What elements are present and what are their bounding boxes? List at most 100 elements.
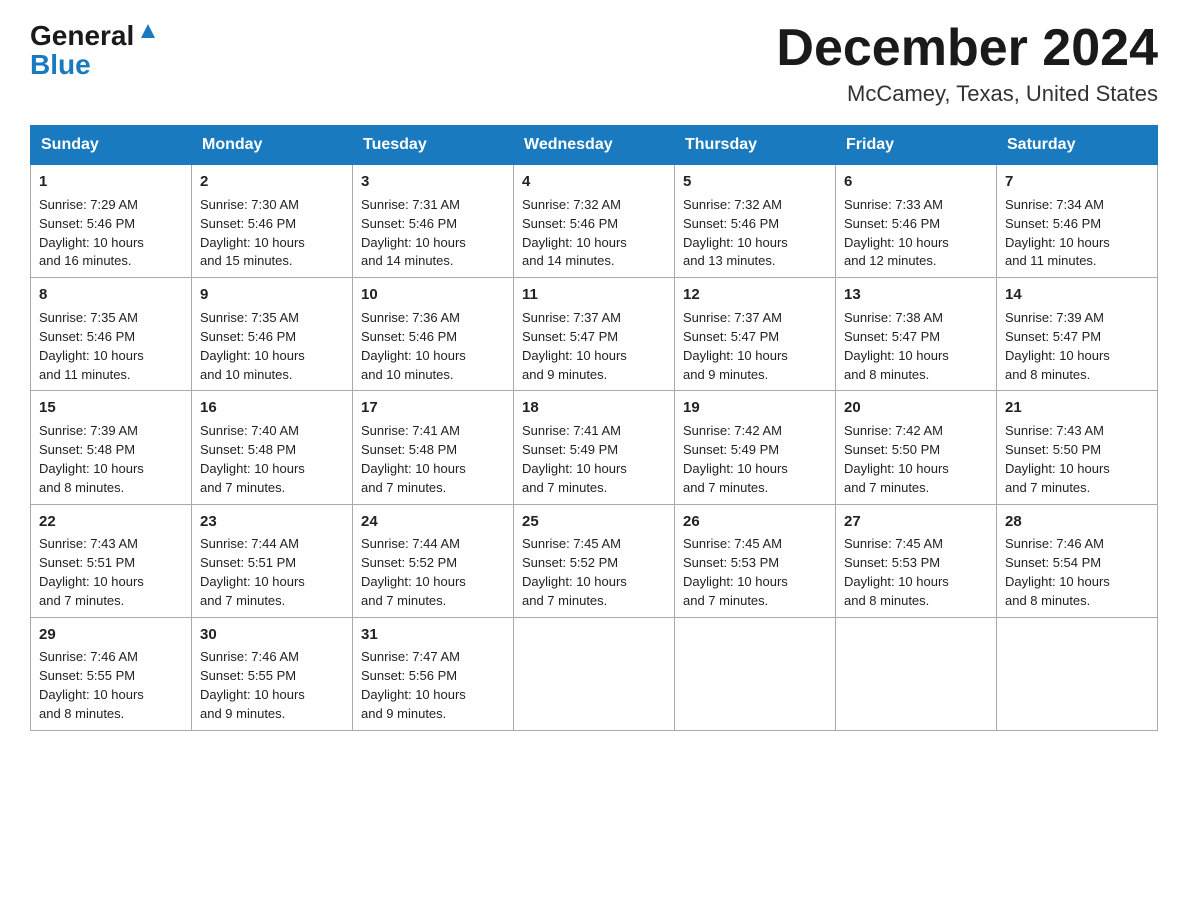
sunset-label: Sunset: 5:46 PM bbox=[522, 216, 618, 231]
day-number: 17 bbox=[361, 397, 505, 419]
calendar-cell: 3 Sunrise: 7:31 AM Sunset: 5:46 PM Dayli… bbox=[353, 165, 514, 278]
calendar-cell: 17 Sunrise: 7:41 AM Sunset: 5:48 PM Dayl… bbox=[353, 391, 514, 504]
calendar-cell: 11 Sunrise: 7:37 AM Sunset: 5:47 PM Dayl… bbox=[514, 278, 675, 391]
daylight-label: Daylight: 10 hours bbox=[683, 574, 788, 589]
day-number: 28 bbox=[1005, 511, 1149, 533]
daylight-label: Daylight: 10 hours bbox=[522, 348, 627, 363]
sunset-label: Sunset: 5:52 PM bbox=[522, 555, 618, 570]
daylight-label: Daylight: 10 hours bbox=[200, 461, 305, 476]
daylight-label: Daylight: 10 hours bbox=[39, 348, 144, 363]
day-number: 20 bbox=[844, 397, 988, 419]
daylight-minutes: and 16 minutes. bbox=[39, 253, 132, 268]
sunset-label: Sunset: 5:46 PM bbox=[200, 216, 296, 231]
calendar-cell: 22 Sunrise: 7:43 AM Sunset: 5:51 PM Dayl… bbox=[31, 504, 192, 617]
daylight-minutes: and 13 minutes. bbox=[683, 253, 776, 268]
calendar-cell: 7 Sunrise: 7:34 AM Sunset: 5:46 PM Dayli… bbox=[997, 165, 1158, 278]
day-number: 22 bbox=[39, 511, 183, 533]
sunrise-label: Sunrise: 7:35 AM bbox=[39, 310, 138, 325]
sunset-label: Sunset: 5:48 PM bbox=[200, 442, 296, 457]
sunset-label: Sunset: 5:46 PM bbox=[39, 216, 135, 231]
sunrise-label: Sunrise: 7:39 AM bbox=[39, 423, 138, 438]
day-number: 11 bbox=[522, 284, 666, 306]
day-number: 6 bbox=[844, 171, 988, 193]
sunrise-label: Sunrise: 7:34 AM bbox=[1005, 197, 1104, 212]
day-number: 2 bbox=[200, 171, 344, 193]
day-number: 26 bbox=[683, 511, 827, 533]
sunrise-label: Sunrise: 7:42 AM bbox=[683, 423, 782, 438]
calendar-cell: 26 Sunrise: 7:45 AM Sunset: 5:53 PM Dayl… bbox=[675, 504, 836, 617]
daylight-label: Daylight: 10 hours bbox=[361, 687, 466, 702]
sunrise-label: Sunrise: 7:45 AM bbox=[844, 536, 943, 551]
daylight-minutes: and 7 minutes. bbox=[522, 593, 607, 608]
daylight-label: Daylight: 10 hours bbox=[200, 687, 305, 702]
daylight-label: Daylight: 10 hours bbox=[844, 348, 949, 363]
calendar-cell: 29 Sunrise: 7:46 AM Sunset: 5:55 PM Dayl… bbox=[31, 617, 192, 730]
calendar-cell: 31 Sunrise: 7:47 AM Sunset: 5:56 PM Dayl… bbox=[353, 617, 514, 730]
daylight-minutes: and 14 minutes. bbox=[522, 253, 615, 268]
daylight-minutes: and 9 minutes. bbox=[522, 367, 607, 382]
daylight-minutes: and 7 minutes. bbox=[200, 593, 285, 608]
daylight-minutes: and 7 minutes. bbox=[200, 480, 285, 495]
daylight-minutes: and 7 minutes. bbox=[683, 480, 768, 495]
sunrise-label: Sunrise: 7:41 AM bbox=[361, 423, 460, 438]
calendar-week-row: 15 Sunrise: 7:39 AM Sunset: 5:48 PM Dayl… bbox=[31, 391, 1158, 504]
daylight-label: Daylight: 10 hours bbox=[361, 235, 466, 250]
daylight-label: Daylight: 10 hours bbox=[522, 235, 627, 250]
sunrise-label: Sunrise: 7:44 AM bbox=[200, 536, 299, 551]
daylight-label: Daylight: 10 hours bbox=[683, 235, 788, 250]
day-number: 13 bbox=[844, 284, 988, 306]
calendar-cell: 1 Sunrise: 7:29 AM Sunset: 5:46 PM Dayli… bbox=[31, 165, 192, 278]
calendar-cell: 21 Sunrise: 7:43 AM Sunset: 5:50 PM Dayl… bbox=[997, 391, 1158, 504]
daylight-label: Daylight: 10 hours bbox=[361, 574, 466, 589]
day-number: 24 bbox=[361, 511, 505, 533]
sunset-label: Sunset: 5:47 PM bbox=[844, 329, 940, 344]
logo: General Blue bbox=[30, 20, 159, 79]
daylight-label: Daylight: 10 hours bbox=[683, 461, 788, 476]
calendar-cell: 12 Sunrise: 7:37 AM Sunset: 5:47 PM Dayl… bbox=[675, 278, 836, 391]
calendar-cell: 5 Sunrise: 7:32 AM Sunset: 5:46 PM Dayli… bbox=[675, 165, 836, 278]
day-number: 21 bbox=[1005, 397, 1149, 419]
day-number: 1 bbox=[39, 171, 183, 193]
day-number: 16 bbox=[200, 397, 344, 419]
calendar-cell: 9 Sunrise: 7:35 AM Sunset: 5:46 PM Dayli… bbox=[192, 278, 353, 391]
sunset-label: Sunset: 5:47 PM bbox=[522, 329, 618, 344]
day-number: 18 bbox=[522, 397, 666, 419]
sunset-label: Sunset: 5:55 PM bbox=[200, 668, 296, 683]
day-number: 4 bbox=[522, 171, 666, 193]
daylight-label: Daylight: 10 hours bbox=[683, 348, 788, 363]
calendar-cell: 13 Sunrise: 7:38 AM Sunset: 5:47 PM Dayl… bbox=[836, 278, 997, 391]
daylight-label: Daylight: 10 hours bbox=[39, 461, 144, 476]
sunrise-label: Sunrise: 7:37 AM bbox=[522, 310, 621, 325]
calendar-header-row: SundayMondayTuesdayWednesdayThursdayFrid… bbox=[31, 126, 1158, 165]
daylight-label: Daylight: 10 hours bbox=[522, 461, 627, 476]
sunrise-label: Sunrise: 7:42 AM bbox=[844, 423, 943, 438]
sunrise-label: Sunrise: 7:45 AM bbox=[522, 536, 621, 551]
sunset-label: Sunset: 5:51 PM bbox=[39, 555, 135, 570]
sunrise-label: Sunrise: 7:47 AM bbox=[361, 649, 460, 664]
calendar-cell: 28 Sunrise: 7:46 AM Sunset: 5:54 PM Dayl… bbox=[997, 504, 1158, 617]
sunrise-label: Sunrise: 7:43 AM bbox=[1005, 423, 1104, 438]
daylight-minutes: and 12 minutes. bbox=[844, 253, 937, 268]
sunset-label: Sunset: 5:55 PM bbox=[39, 668, 135, 683]
calendar-cell bbox=[836, 617, 997, 730]
daylight-label: Daylight: 10 hours bbox=[1005, 461, 1110, 476]
calendar-week-row: 1 Sunrise: 7:29 AM Sunset: 5:46 PM Dayli… bbox=[31, 165, 1158, 278]
daylight-minutes: and 7 minutes. bbox=[683, 593, 768, 608]
calendar-cell: 27 Sunrise: 7:45 AM Sunset: 5:53 PM Dayl… bbox=[836, 504, 997, 617]
sunset-label: Sunset: 5:56 PM bbox=[361, 668, 457, 683]
daylight-label: Daylight: 10 hours bbox=[361, 461, 466, 476]
sunset-label: Sunset: 5:46 PM bbox=[361, 216, 457, 231]
logo-general-text: General bbox=[30, 22, 134, 50]
sunset-label: Sunset: 5:47 PM bbox=[683, 329, 779, 344]
day-number: 12 bbox=[683, 284, 827, 306]
daylight-minutes: and 7 minutes. bbox=[1005, 480, 1090, 495]
day-number: 30 bbox=[200, 624, 344, 646]
daylight-label: Daylight: 10 hours bbox=[844, 461, 949, 476]
daylight-label: Daylight: 10 hours bbox=[1005, 348, 1110, 363]
sunset-label: Sunset: 5:54 PM bbox=[1005, 555, 1101, 570]
calendar-week-row: 8 Sunrise: 7:35 AM Sunset: 5:46 PM Dayli… bbox=[31, 278, 1158, 391]
calendar-cell: 16 Sunrise: 7:40 AM Sunset: 5:48 PM Dayl… bbox=[192, 391, 353, 504]
daylight-label: Daylight: 10 hours bbox=[1005, 235, 1110, 250]
calendar-cell bbox=[514, 617, 675, 730]
daylight-label: Daylight: 10 hours bbox=[844, 574, 949, 589]
